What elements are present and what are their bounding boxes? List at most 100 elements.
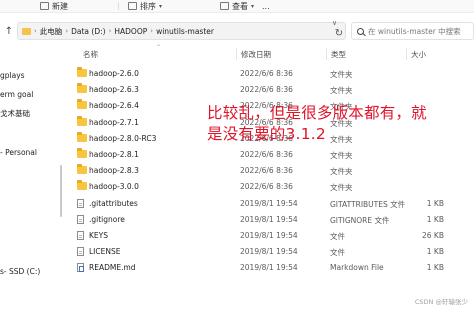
column-size[interactable]: 大小 xyxy=(411,49,426,60)
file-type: 文件夹 xyxy=(330,167,353,177)
folder-icon xyxy=(77,99,87,110)
table-row[interactable]: LICENSE 2019/8/1 19:54 文件 1 KB xyxy=(63,244,474,259)
folder-icon xyxy=(77,164,87,175)
file-size: 1 KB xyxy=(426,247,444,257)
annotation-line-1: 比较乱，但是很多版本都有，就 xyxy=(207,104,427,122)
breadcrumb-winutils-master[interactable]: winutils-master xyxy=(156,27,214,36)
folder-icon xyxy=(22,27,31,35)
refresh-icon[interactable]: ↻ xyxy=(333,27,345,39)
search-placeholder: 在 winutils-master 中搜索 xyxy=(368,26,461,36)
view-icon xyxy=(220,2,229,10)
more-button[interactable]: ... xyxy=(262,0,270,12)
table-row[interactable]: hadoop-2.6.0 2022/6/6 8:36 文件夹 xyxy=(63,66,474,81)
file-type: 文件 xyxy=(330,248,345,258)
sidebar-item-basics[interactable]: 戈术基础 xyxy=(0,108,30,119)
sidebar-scrollbar[interactable] xyxy=(60,165,62,217)
column-divider xyxy=(236,48,237,60)
folder-icon xyxy=(77,148,87,158)
file-date: 2022/6/6 8:36 xyxy=(240,166,293,176)
address-dropdown-icon[interactable]: ∨ xyxy=(332,19,337,27)
chevron-down-icon: ▾ xyxy=(159,2,163,10)
folder-icon xyxy=(77,115,87,126)
new-label: 新建 xyxy=(52,1,68,11)
file-type: GITIGNORE 文件 xyxy=(330,215,390,225)
folder-icon xyxy=(77,83,87,94)
file-type: 文件夹 xyxy=(330,134,353,144)
up-arrow-icon[interactable]: ↑ xyxy=(2,24,16,38)
file-date: 2022/6/6 8:36 xyxy=(240,69,293,78)
file-name: hadoop-2.6.3 xyxy=(89,85,139,95)
sidebar-item-erm-goal[interactable]: erm goal xyxy=(0,90,33,99)
search-icon xyxy=(357,27,364,35)
address-bar[interactable]: › 此电脑 › Data (D:) › HADOOP › winutils-ma… xyxy=(17,22,346,40)
breadcrumb-hadoop[interactable]: HADOOP xyxy=(114,27,147,36)
file-date: 2022/6/6 8:36 xyxy=(240,150,293,159)
file-icon xyxy=(77,247,84,257)
file-date: 2022/6/6 8:36 xyxy=(240,85,293,95)
new-icon xyxy=(40,2,49,10)
file-date: 2019/8/1 19:54 xyxy=(240,231,298,240)
file-name: hadoop-2.8.3 xyxy=(89,166,139,176)
file-type: 文件 xyxy=(330,232,345,241)
file-name: KEYS xyxy=(89,231,108,240)
breadcrumb-this-pc[interactable]: 此电脑 xyxy=(40,26,63,37)
chevron-right-icon: › xyxy=(34,27,37,35)
column-header: ⌃ 名称 修改日期 类型 大小 xyxy=(63,44,474,63)
command-toolbar: 新建 排序 ▾ 查看 ▾ ... xyxy=(0,0,474,13)
file-type: 文件夹 xyxy=(330,183,353,193)
file-name: hadoop-3.0.0 xyxy=(89,182,139,192)
file-icon xyxy=(77,214,84,224)
table-row[interactable]: hadoop-2.6.3 2022/6/6 8:36 文件夹 xyxy=(63,82,474,97)
sort-icon xyxy=(128,2,137,10)
file-icon xyxy=(77,231,84,240)
table-row[interactable]: KEYS 2019/8/1 19:54 文件 26 KB xyxy=(63,228,474,243)
column-type[interactable]: 类型 xyxy=(331,49,346,60)
file-name: hadoop-2.6.0 xyxy=(89,69,139,78)
file-name: hadoop-2.8.0-RC3 xyxy=(89,133,157,143)
breadcrumb-data-drive[interactable]: Data (D:) xyxy=(71,27,105,36)
watermark: CSDN @轩辕张少 xyxy=(414,298,468,306)
chevron-right-icon: › xyxy=(150,27,154,35)
file-size: 1 KB xyxy=(426,263,444,273)
sort-caret-icon: ⌃ xyxy=(156,44,162,51)
file-name: .gitattributes xyxy=(89,198,138,208)
file-size: 26 KB xyxy=(422,231,444,240)
search-input[interactable]: 在 winutils-master 中搜索 xyxy=(351,22,474,40)
file-size: 1 KB xyxy=(426,198,444,208)
file-date: 2019/8/1 19:54 xyxy=(240,247,298,257)
file-name: LICENSE xyxy=(89,247,121,257)
file-name: hadoop-2.7.1 xyxy=(89,117,139,127)
navigation-pane: gplays erm goal 戈术基础 - Personal s- SSD (… xyxy=(0,45,62,309)
file-list: ⌃ 名称 修改日期 类型 大小 hadoop-2.6.0 2022/6/6 8:3… xyxy=(63,44,474,309)
column-date[interactable]: 修改日期 xyxy=(241,49,271,60)
chevron-down-icon: ▾ xyxy=(251,2,255,10)
new-button[interactable]: 新建 xyxy=(40,0,68,12)
table-row[interactable]: .gitattributes 2019/8/1 19:54 GITATTRIBUTE… xyxy=(63,196,474,211)
column-name[interactable]: 名称 xyxy=(83,49,98,60)
sidebar-item-ssd-c[interactable]: s- SSD (C:) xyxy=(0,267,40,276)
table-row[interactable]: hadoop-3.0.0 2022/6/6 8:36 文件夹 xyxy=(63,179,474,194)
file-type: 文件夹 xyxy=(330,86,353,96)
file-name: .gitignore xyxy=(89,214,125,224)
view-label: 查看 xyxy=(232,1,248,11)
sidebar-item-gplays[interactable]: gplays xyxy=(0,71,25,80)
sort-button[interactable]: 排序 ▾ xyxy=(128,0,162,12)
view-button[interactable]: 查看 ▾ xyxy=(220,0,254,12)
chevron-right-icon: › xyxy=(108,27,112,35)
table-row[interactable]: .gitignore 2019/8/1 19:54 GITIGNORE 文件 1 KB xyxy=(63,212,474,227)
file-name: hadoop-2.8.1 xyxy=(89,150,139,159)
folder-icon xyxy=(77,180,87,191)
column-divider xyxy=(406,48,407,60)
file-type: 文件夹 xyxy=(330,151,353,160)
folder-icon xyxy=(77,67,87,77)
sidebar-item-personal[interactable]: - Personal xyxy=(0,148,37,157)
file-icon xyxy=(77,198,84,208)
file-name: README.md xyxy=(89,263,136,273)
file-date: 2019/8/1 19:54 xyxy=(240,263,298,273)
table-row[interactable]: hadoop-2.8.3 2022/6/6 8:36 文件夹 xyxy=(63,163,474,178)
markdown-file-icon xyxy=(77,263,84,273)
table-row[interactable]: hadoop-2.8.1 2022/6/6 8:36 文件夹 xyxy=(63,147,474,162)
file-type: Markdown File xyxy=(330,263,384,273)
column-divider xyxy=(326,48,327,60)
table-row[interactable]: README.md 2019/8/1 19:54 Markdown File 1 KB xyxy=(63,260,474,275)
